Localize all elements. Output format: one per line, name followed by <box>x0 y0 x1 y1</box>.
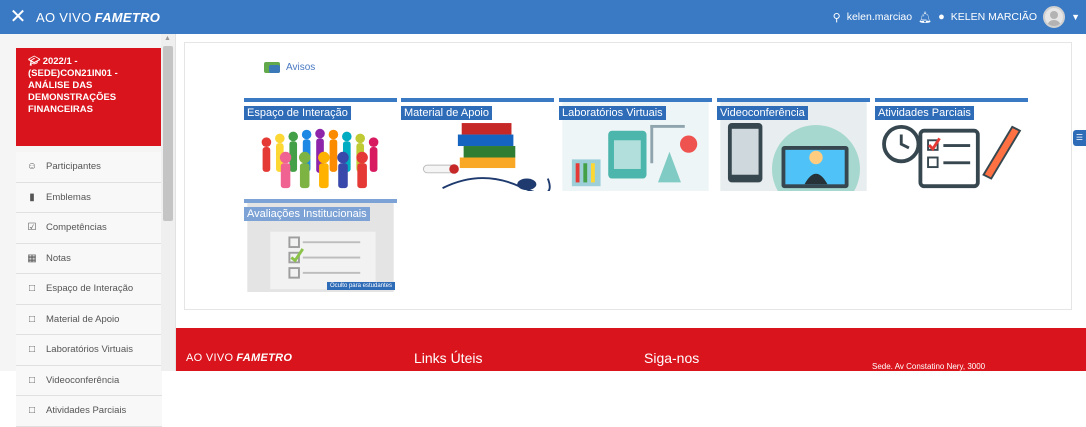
shield-icon: ▮ <box>29 191 35 203</box>
user-outline-icon: ⚲ <box>832 11 841 24</box>
footer-brand-prefix: AO VIVO <box>186 352 234 364</box>
sidebar-item-atividades-parciais[interactable]: □ Atividades Parciais <box>16 396 162 427</box>
footer: AO VIVO FAMETRO Links Úteis Siga-nos Sed… <box>176 328 1086 371</box>
top-bar: ✕ AO VIVO FAMETRO ⚲ kelen.marciao 🔔︎ ● K… <box>0 0 1086 34</box>
bell-icon[interactable]: 🔔︎ <box>918 11 932 24</box>
tile-material-de-apoio[interactable]: Material de Apoio <box>401 98 554 191</box>
sidebar: 🎓︎ 2022/1 - (SEDE)CON21IN01 - ANÁLISE DA… <box>0 34 176 427</box>
sidebar-item-label: Competências <box>46 222 107 234</box>
footer-brand-name: FAMETRO <box>236 352 293 364</box>
sidebar-scrollbar[interactable]: ▲ <box>161 34 175 371</box>
tile-avaliacoes-institucionais[interactable]: Avaliações Institucionais Oculto para es… <box>244 199 397 292</box>
tile-label: Laboratórios Virtuais <box>559 106 666 120</box>
sidebar-item-label: Videoconferência <box>46 374 120 386</box>
sidebar-item-notas[interactable]: ▦ Notas <box>16 243 162 274</box>
close-icon[interactable]: ✕ <box>0 0 36 34</box>
sidebar-item-laboratorios-virtuais[interactable]: □ Laboratórios Virtuais <box>16 335 162 366</box>
footer-address: Sede. Av Constatino Nery, 3000 <box>872 362 986 371</box>
sidebar-nav: ☺ Participantes ▮ Emblemas ☑ Competência… <box>16 152 162 427</box>
tile-label: Espaço de Interação <box>244 106 351 120</box>
tile-atividades-parciais[interactable]: Atividades Parciais <box>875 98 1028 191</box>
footer-social-title: Siga-nos <box>644 350 700 366</box>
footer-links-title: Links Úteis <box>414 350 483 366</box>
brand-name: FAMETRO <box>94 9 161 25</box>
hidden-from-students-badge: Oculto para estudantes <box>326 282 395 290</box>
footer-brand-logo: AO VIVO FAMETRO <box>186 352 292 364</box>
tile-videoconferencia[interactable]: Videoconferência <box>717 98 870 191</box>
display-name[interactable]: KELEN MARCIÃO <box>951 11 1037 23</box>
course-title: 2022/1 - (SEDE)CON21IN01 - ANÁLISE DAS D… <box>28 56 118 115</box>
folder-icon: □ <box>28 313 36 325</box>
users-icon: ☺ <box>26 161 38 173</box>
sidebar-item-emblemas[interactable]: ▮ Emblemas <box>16 182 162 213</box>
drawer-toggle-icon[interactable]: ☰ <box>1073 130 1086 146</box>
sidebar-item-participantes[interactable]: ☺ Participantes <box>16 152 162 183</box>
scrollbar-thumb[interactable] <box>163 46 173 221</box>
brand-logo[interactable]: AO VIVO FAMETRO <box>36 10 160 25</box>
folder-icon: □ <box>28 283 36 295</box>
user-area: ⚲ kelen.marciao 🔔︎ ● KELEN MARCIÃO ▼ <box>833 0 1080 34</box>
tile-label: Avaliações Institucionais <box>244 207 370 221</box>
sidebar-item-label: Atividades Parciais <box>46 405 127 417</box>
course-title-block[interactable]: 🎓︎ 2022/1 - (SEDE)CON21IN01 - ANÁLISE DA… <box>16 48 164 146</box>
sidebar-item-espaco-de-interacao[interactable]: □ Espaço de Interação <box>16 274 162 305</box>
folder-icon: □ <box>28 374 36 386</box>
sidebar-item-label: Participantes <box>46 161 101 173</box>
chevron-down-icon[interactable]: ▼ <box>1071 12 1080 22</box>
sidebar-item-videoconferencia[interactable]: □ Videoconferência <box>16 365 162 396</box>
graduation-cap-icon: 🎓︎ <box>28 56 41 67</box>
avatar[interactable] <box>1043 6 1066 28</box>
brand-prefix: AO VIVO <box>36 9 92 25</box>
sidebar-item-label: Notas <box>46 252 71 264</box>
forum-icon <box>264 62 280 73</box>
checkbox-icon: ☑ <box>27 222 37 234</box>
folder-icon: □ <box>28 405 36 417</box>
avisos-label: Avisos <box>286 62 316 73</box>
scroll-up-icon[interactable]: ▲ <box>164 35 171 42</box>
sidebar-item-label: Laboratórios Virtuais <box>46 344 133 356</box>
sidebar-item-competencias[interactable]: ☑ Competências <box>16 213 162 244</box>
sidebar-item-label: Emblemas <box>46 191 91 203</box>
tile-laboratorios-virtuais[interactable]: Laboratórios Virtuais <box>559 98 712 191</box>
table-icon: ▦ <box>27 252 37 264</box>
avisos-link[interactable]: Avisos <box>264 62 315 73</box>
sidebar-item-label: Espaço de Interação <box>46 283 134 295</box>
tile-label: Material de Apoio <box>401 106 492 120</box>
chat-icon[interactable]: ● <box>938 11 945 23</box>
sidebar-item-label: Material de Apoio <box>46 313 120 325</box>
folder-icon: □ <box>28 344 36 356</box>
tile-label: Videoconferência <box>717 106 808 120</box>
tile-espaco-de-interacao[interactable]: Espaço de Interação <box>244 98 397 191</box>
sidebar-item-material-de-apoio[interactable]: □ Material de Apoio <box>16 304 162 335</box>
username[interactable]: kelen.marciao <box>847 11 912 23</box>
tile-label: Atividades Parciais <box>875 106 974 120</box>
